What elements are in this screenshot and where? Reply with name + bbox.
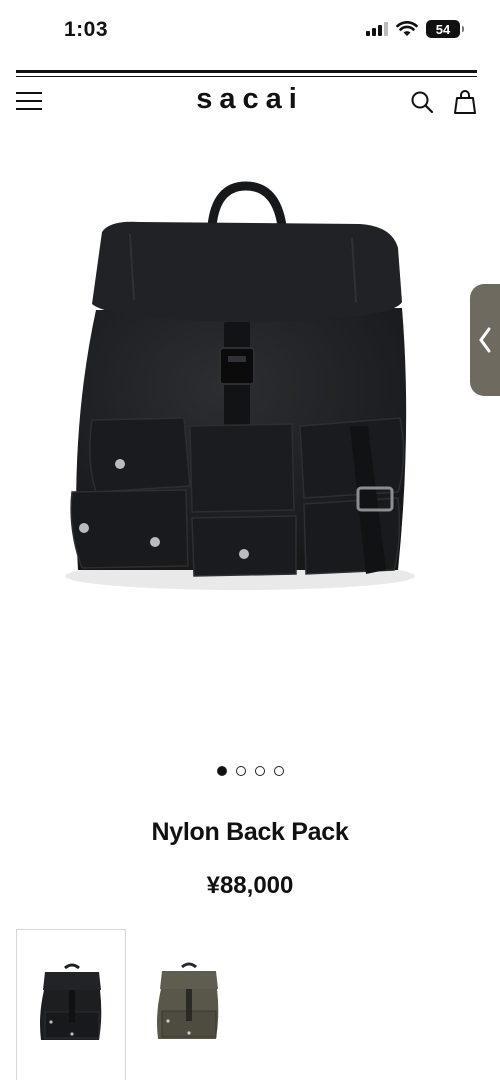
product-image[interactable]	[0, 130, 500, 750]
status-icons: 54	[366, 20, 464, 38]
color-swatch-khaki[interactable]	[134, 929, 244, 1080]
carousel-dot-4[interactable]	[273, 766, 284, 776]
battery-icon: 54	[426, 20, 464, 38]
color-swatch-black[interactable]	[16, 929, 126, 1080]
carousel-dot-1[interactable]	[216, 766, 227, 776]
backpack-thumbnail-black	[40, 963, 102, 1040]
header-divider	[16, 70, 477, 73]
side-drawer-tab[interactable]	[470, 284, 500, 396]
signal-icon	[366, 22, 388, 36]
search-icon	[411, 91, 434, 114]
wifi-icon	[396, 21, 418, 36]
header-divider-thin	[16, 76, 477, 77]
backpack-thumbnail-khaki	[157, 962, 219, 1039]
site-header: sacai	[0, 80, 500, 126]
product-title: Nylon Back Pack	[151, 818, 349, 846]
status-time: 1:03	[64, 18, 109, 41]
cart-button[interactable]	[454, 89, 476, 115]
backpack-image	[65, 181, 415, 590]
status-bar: 1:03 54	[0, 0, 500, 60]
chevron-left-icon	[479, 327, 491, 353]
product-price: ¥88,000	[206, 872, 294, 899]
carousel-dot-3[interactable]	[254, 766, 265, 776]
carousel-dot-2[interactable]	[235, 766, 246, 776]
image-carousel-dots	[0, 766, 500, 776]
search-button[interactable]	[410, 90, 434, 114]
bag-icon	[454, 90, 476, 114]
